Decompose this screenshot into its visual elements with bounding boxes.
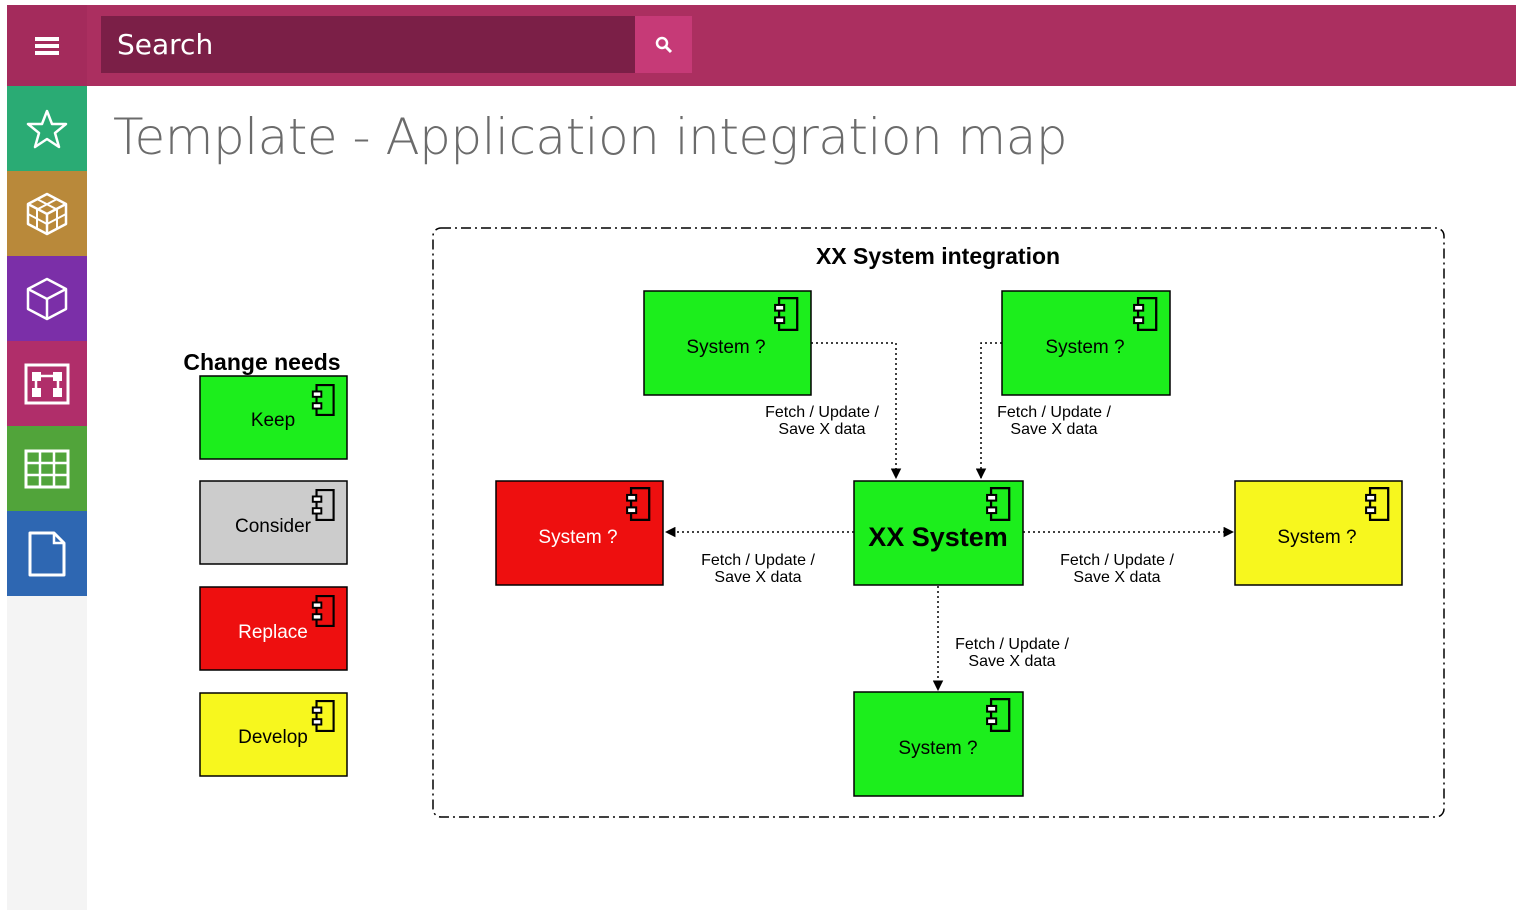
edge-label-bottom-2: Save X data [968, 653, 1055, 670]
edge-label-top-right-2: Save X data [1010, 421, 1097, 438]
legend-item-keep: Keep [199, 375, 348, 460]
edge-label-left-1: Fetch / Update / [701, 552, 815, 569]
node-right: System ? [1234, 480, 1403, 586]
node-top-right-label: System ? [1045, 337, 1124, 358]
node-top-right: System ? [1001, 290, 1171, 396]
integration-diagram: Change needs Keep Consider Replace Devel… [183, 227, 1445, 818]
legend-develop-label: Develop [238, 727, 308, 748]
edge-label-left-2: Save X data [714, 569, 801, 586]
legend-replace-label: Replace [238, 622, 308, 643]
node-left-label: System ? [538, 527, 617, 548]
node-center: XX System [853, 480, 1024, 586]
edge-label-top-right-1: Fetch / Update / [997, 404, 1111, 421]
edge-label-bottom-1: Fetch / Update / [955, 636, 1069, 653]
legend-item-consider: Consider [199, 480, 348, 565]
edge-label-right-1: Fetch / Update / [1060, 552, 1174, 569]
node-bottom-label: System ? [898, 738, 977, 759]
node-bottom: System ? [853, 691, 1024, 797]
node-top-left: System ? [643, 290, 812, 396]
legend-keep-label: Keep [251, 410, 295, 431]
legend-item-replace: Replace [199, 586, 348, 671]
node-top-left-label: System ? [686, 337, 765, 358]
legend-consider-label: Consider [235, 516, 312, 537]
edge-label-top-left-1: Fetch / Update / [765, 404, 879, 421]
edge-label-top-left-2: Save X data [778, 421, 865, 438]
edge-label-right-2: Save X data [1073, 569, 1160, 586]
node-center-label: XX System [868, 522, 1008, 552]
node-right-label: System ? [1277, 527, 1356, 548]
node-left: System ? [495, 480, 664, 586]
legend-title: Change needs [183, 349, 340, 375]
legend-item-develop: Develop [199, 692, 348, 777]
diagram-title: XX System integration [816, 243, 1060, 269]
